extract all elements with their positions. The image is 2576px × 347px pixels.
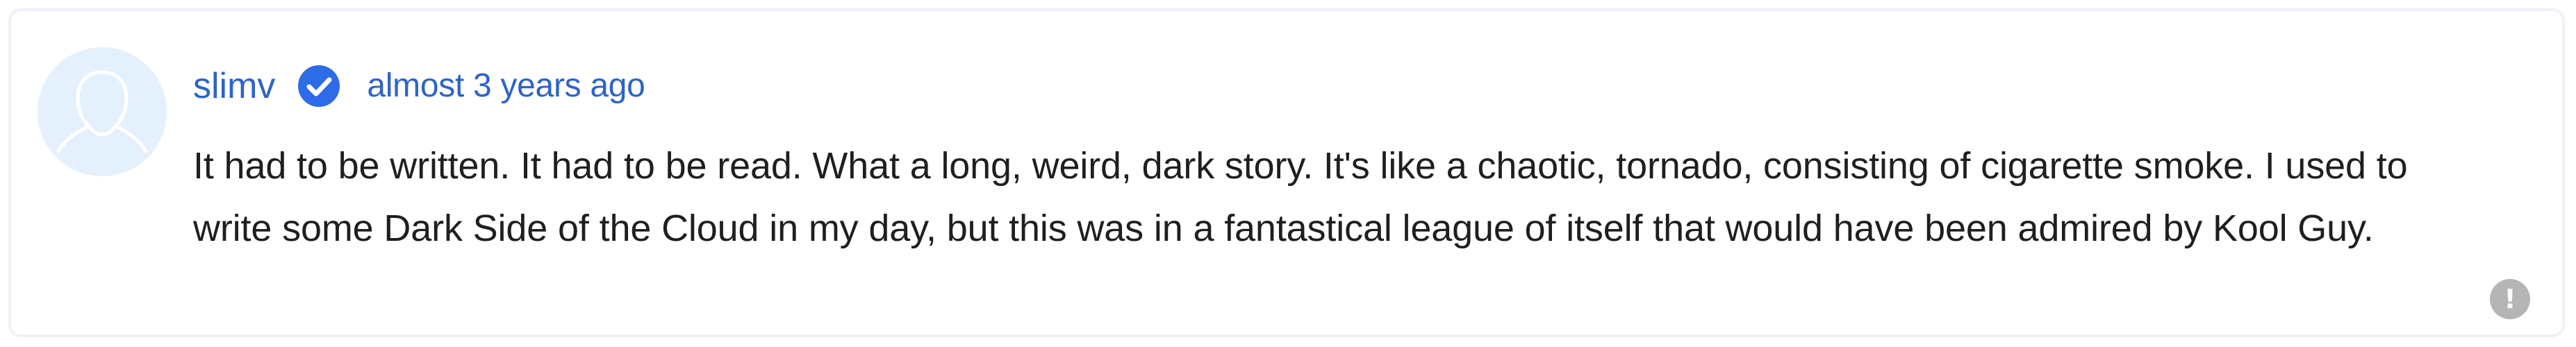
report-exclamation-icon: ! [2504, 284, 2516, 314]
username-link[interactable]: slimv [193, 68, 275, 104]
default-user-avatar-icon [38, 47, 167, 176]
verified-check-badge-icon [297, 65, 340, 108]
avatar[interactable] [38, 47, 167, 176]
comment-body: It had to be written. It had to be read.… [193, 145, 2408, 249]
report-button[interactable]: ! [2490, 279, 2530, 319]
comment-card: slimv almost 3 years ago It had to be wr… [8, 8, 2565, 337]
comment-timestamp-link[interactable]: almost 3 years ago [367, 69, 645, 103]
comment-header: slimv almost 3 years ago [193, 51, 645, 121]
